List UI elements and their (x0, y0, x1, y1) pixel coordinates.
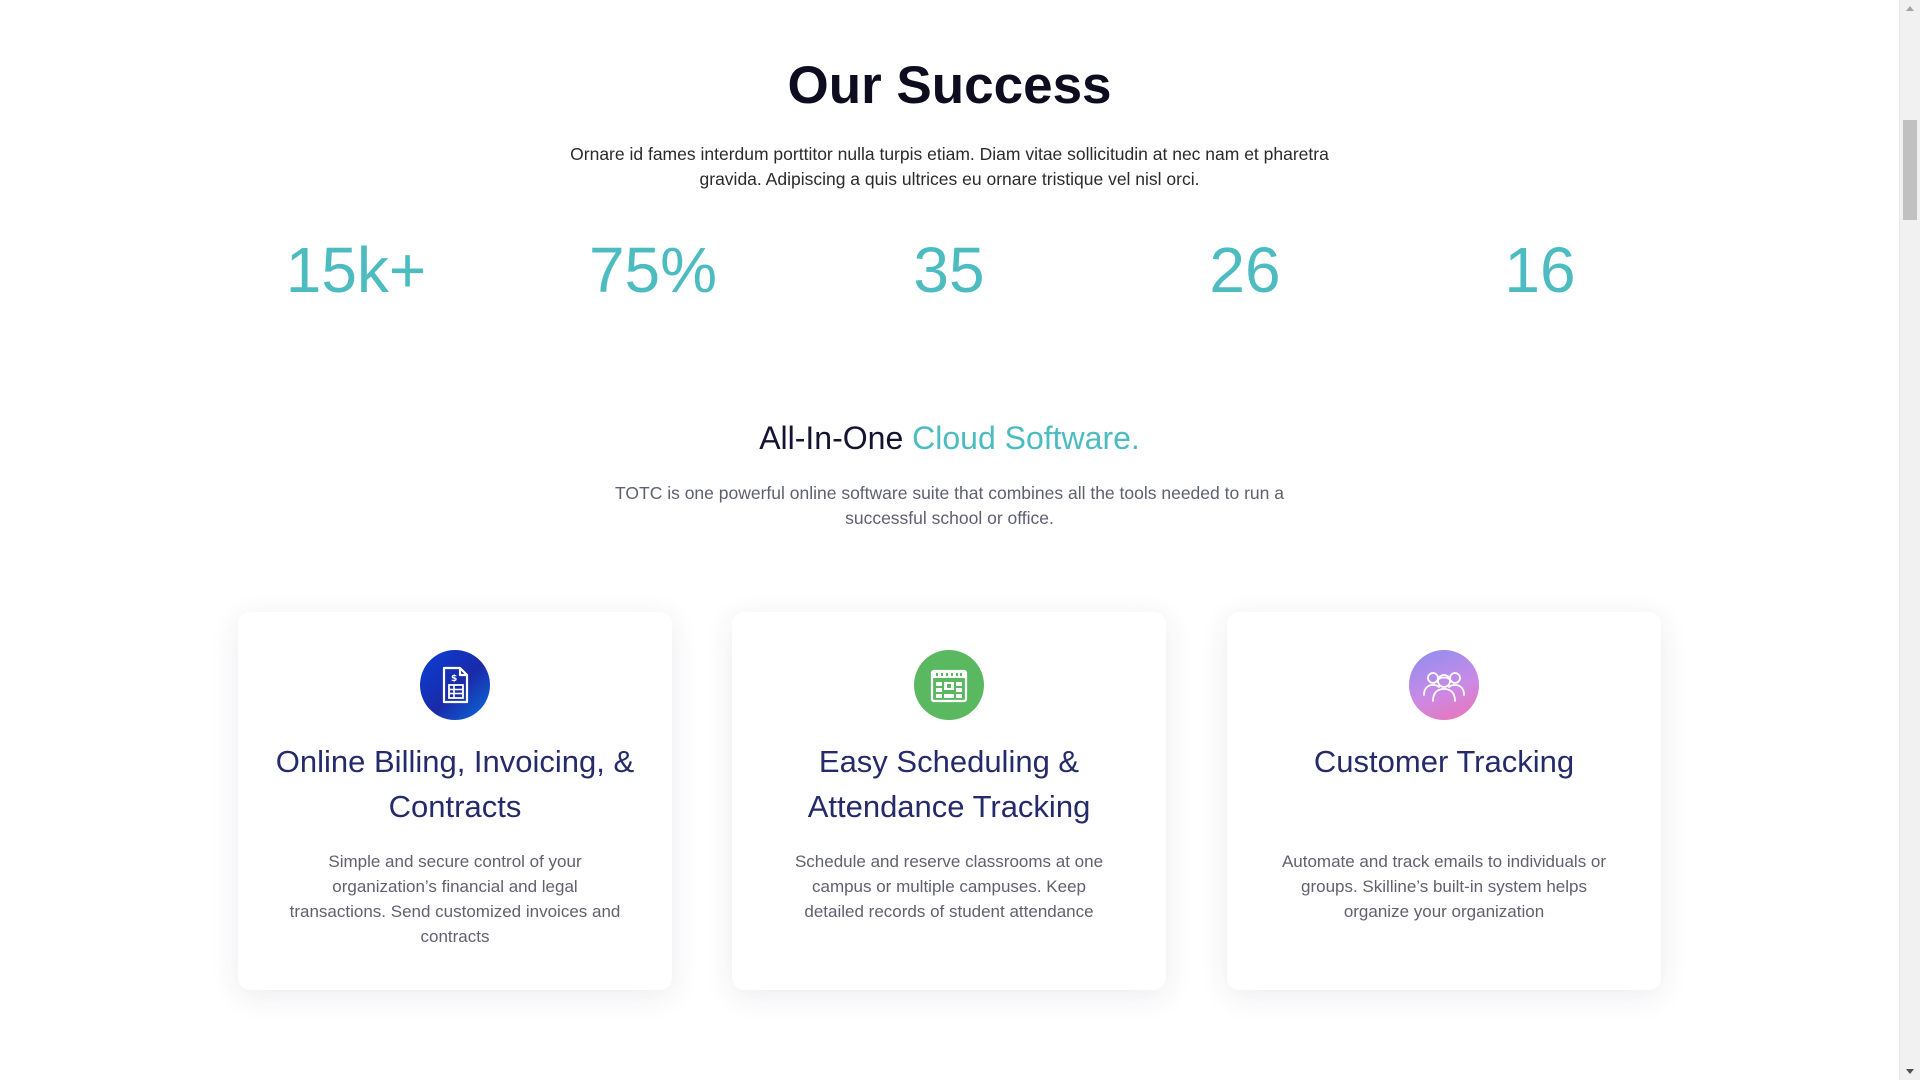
success-description: Ornare id fames interdum porttitor nulla… (570, 144, 1329, 189)
all-in-one-title: All-In-One Cloud Software. (0, 420, 1899, 457)
card-title: Customer Tracking (1313, 744, 1575, 779)
page: Our Success Ornare id fames interdum por… (0, 0, 1920, 1080)
stat-value: 15k+ (285, 234, 427, 306)
feature-card-customer-tracking: Customer Tracking Automate and track ema… (1227, 612, 1661, 990)
card-title: Easy Scheduling & Attendance Tracking (807, 744, 1091, 824)
vertical-scrollbar[interactable] (1899, 0, 1920, 1080)
users-group-icon (1409, 650, 1479, 720)
stat-value: 26 (1209, 234, 1281, 306)
stat-value: 35 (913, 234, 985, 306)
scrollbar-thumb[interactable] (1903, 120, 1917, 220)
all-in-one-title-prefix: All-In-One (759, 420, 904, 456)
card-description: Schedule and reserve classrooms at one c… (794, 852, 1104, 921)
stat-value: 75% (588, 234, 718, 306)
billing-document-icon: $ (420, 650, 490, 720)
card-description: Simple and secure control of your organi… (289, 852, 621, 946)
success-title: Our Success (787, 56, 1112, 115)
all-in-one-description: TOTC is one powerful online software sui… (615, 483, 1284, 528)
all-in-one-title-accent: Cloud Software. (912, 420, 1140, 456)
card-title: Online Billing, Invoicing, & Contracts (275, 744, 635, 824)
stat-value: 16 (1504, 234, 1576, 306)
calendar-icon (914, 650, 984, 720)
card-description: Automate and track emails to individuals… (1281, 852, 1607, 921)
feature-card-scheduling: Easy Scheduling & Attendance Tracking Sc… (732, 612, 1166, 990)
scroll-down-arrow-icon[interactable] (1900, 1063, 1920, 1080)
feature-card-billing: $ Online Billing, Invoicing, & Contracts… (238, 612, 672, 990)
scroll-up-arrow-icon[interactable] (1900, 0, 1920, 17)
stats-row: 15k+ 75% 35 26 16 (0, 230, 1899, 310)
svg-text:$: $ (451, 674, 457, 684)
main-content: Our Success Ornare id fames interdum por… (0, 0, 1899, 1080)
